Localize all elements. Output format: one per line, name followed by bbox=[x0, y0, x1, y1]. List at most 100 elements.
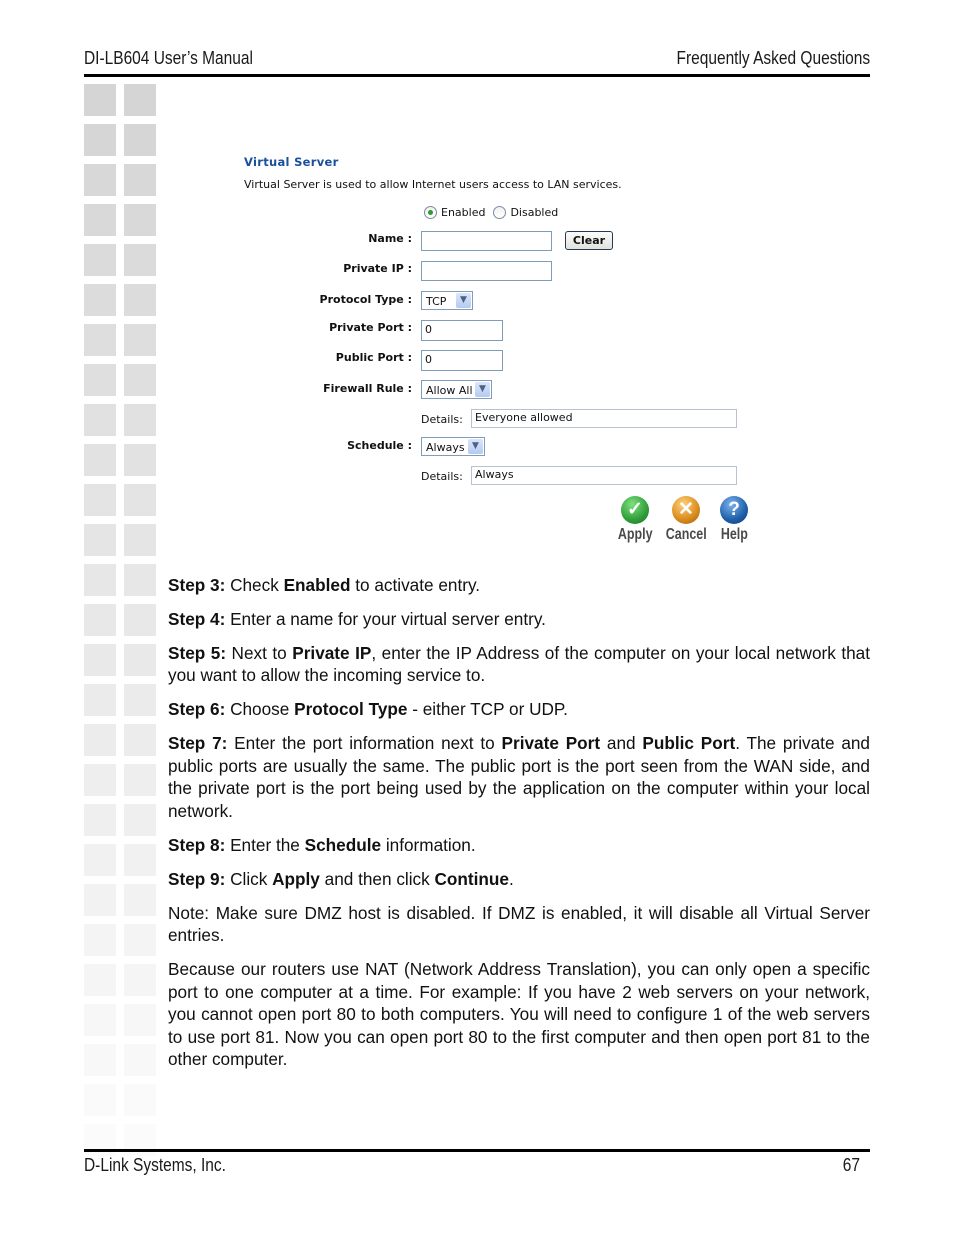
clear-button[interactable]: Clear bbox=[565, 231, 613, 250]
sidebar-square bbox=[124, 124, 156, 156]
firewall-rule-value: Allow All bbox=[426, 384, 473, 397]
sidebar-square bbox=[84, 764, 116, 796]
schedule-details-input[interactable]: Always bbox=[471, 466, 737, 485]
step-item: Step 8: Enter the Schedule information. bbox=[168, 834, 870, 857]
sidebar-square bbox=[84, 1004, 116, 1036]
sidebar-square bbox=[124, 884, 156, 916]
emphasis-text: Public Port bbox=[642, 733, 736, 754]
sidebar-square bbox=[124, 244, 156, 276]
step-text: and bbox=[600, 733, 643, 754]
nat-paragraph: Because our routers use NAT (Network Add… bbox=[168, 959, 870, 1070]
status-radio-group: Enabled Disabled bbox=[424, 206, 558, 219]
step-text: and then click bbox=[319, 868, 435, 889]
panel-description: Virtual Server is used to allow Internet… bbox=[244, 178, 622, 191]
sidebar-square bbox=[84, 924, 116, 956]
step-text: Enter a name for your virtual server ent… bbox=[225, 608, 546, 629]
schedule-select[interactable]: Always ▼ bbox=[421, 437, 485, 456]
sidebar-square bbox=[84, 684, 116, 716]
name-label: Name : bbox=[368, 232, 412, 245]
firewall-rule-label: Firewall Rule : bbox=[323, 382, 412, 395]
sidebar-square bbox=[84, 164, 116, 196]
question-icon: ? bbox=[720, 496, 748, 524]
firewall-rule-select[interactable]: Allow All ▼ bbox=[421, 380, 492, 399]
cancel-button[interactable]: ✕ Cancel bbox=[660, 496, 712, 544]
sidebar-square bbox=[124, 284, 156, 316]
firewall-details-input[interactable]: Everyone allowed bbox=[471, 409, 737, 428]
chevron-down-icon: ▼ bbox=[468, 439, 483, 454]
schedule-value: Always bbox=[426, 441, 465, 454]
help-label: Help bbox=[720, 526, 748, 543]
page-number: 67 bbox=[842, 1155, 860, 1175]
page-header: DI-LB604 User’s Manual Frequently Asked … bbox=[84, 48, 870, 72]
sidebar-square bbox=[124, 524, 156, 556]
step-text: Enter the port information next to bbox=[227, 733, 502, 754]
sidebar-square bbox=[84, 524, 116, 556]
help-button[interactable]: ? Help bbox=[714, 496, 754, 544]
sidebar-square bbox=[84, 444, 116, 476]
schedule-label: Schedule : bbox=[347, 439, 412, 452]
header-rule bbox=[84, 74, 870, 77]
emphasis-text: Protocol Type bbox=[294, 699, 408, 720]
dmz-note: Note: Make sure DMZ host is disabled. If… bbox=[168, 902, 870, 946]
step-item: Step 9: Click Apply and then click Conti… bbox=[168, 868, 870, 891]
footer-rule bbox=[84, 1149, 870, 1152]
enabled-radio[interactable] bbox=[424, 206, 437, 219]
sidebar-square bbox=[124, 924, 156, 956]
emphasis-text: Apply bbox=[272, 868, 320, 889]
sidebar-square bbox=[124, 324, 156, 356]
sidebar-square bbox=[124, 364, 156, 396]
chevron-down-icon: ▼ bbox=[456, 293, 471, 308]
step-label: Step 6: bbox=[168, 699, 226, 720]
step-text: . bbox=[508, 868, 514, 889]
sidebar-square bbox=[84, 644, 116, 676]
sidebar-square bbox=[124, 564, 156, 596]
firewall-details-label: Details: bbox=[421, 413, 463, 426]
sidebar-square bbox=[124, 84, 156, 116]
sidebar-square bbox=[124, 484, 156, 516]
sidebar-square bbox=[124, 1044, 156, 1076]
virtual-server-panel: Virtual Server Virtual Server is used to… bbox=[240, 150, 760, 550]
sidebar-square bbox=[84, 1044, 116, 1076]
step-text: Choose bbox=[225, 699, 295, 720]
apply-label: Apply bbox=[617, 526, 653, 543]
sidebar-square bbox=[124, 1084, 156, 1116]
sidebar-square bbox=[124, 724, 156, 756]
public-port-input[interactable]: 0 bbox=[421, 350, 503, 371]
sidebar-square bbox=[84, 724, 116, 756]
step-label: Step 7: bbox=[168, 733, 228, 754]
sidebar-square bbox=[84, 964, 116, 996]
step-label: Step 3: bbox=[168, 575, 226, 595]
emphasis-text: Enabled bbox=[283, 575, 351, 595]
enabled-label: Enabled bbox=[441, 206, 486, 219]
sidebar-square bbox=[84, 284, 116, 316]
sidebar-square bbox=[124, 404, 156, 436]
sidebar-square bbox=[124, 1004, 156, 1036]
private-port-input[interactable]: 0 bbox=[421, 320, 503, 341]
page-footer: D-Link Systems, Inc. 67 bbox=[84, 1155, 870, 1179]
sidebar-square bbox=[124, 164, 156, 196]
sidebar-square bbox=[84, 84, 116, 116]
sidebar-square bbox=[84, 324, 116, 356]
panel-title: Virtual Server bbox=[244, 155, 339, 169]
emphasis-text: Private Port bbox=[501, 733, 601, 754]
sidebar-square bbox=[124, 964, 156, 996]
sidebar-square bbox=[124, 684, 156, 716]
step-text: Click bbox=[225, 868, 273, 889]
sidebar-square bbox=[124, 444, 156, 476]
sidebar-square bbox=[84, 484, 116, 516]
step-text: information. bbox=[381, 834, 476, 855]
apply-button[interactable]: ✓ Apply bbox=[612, 496, 658, 544]
step-item: Step 4: Enter a name for your virtual se… bbox=[168, 608, 870, 631]
sidebar-square bbox=[84, 204, 116, 236]
emphasis-text: Private IP bbox=[292, 642, 372, 663]
sidebar-square bbox=[124, 844, 156, 876]
step-item: Step 6: Choose Protocol Type - either TC… bbox=[168, 698, 870, 721]
step-item: Step 3: Check Enabled to activate entry. bbox=[168, 574, 870, 597]
sidebar-square bbox=[84, 564, 116, 596]
sidebar-square bbox=[84, 884, 116, 916]
manual-title: DI-LB604 User’s Manual bbox=[84, 48, 253, 68]
name-input[interactable] bbox=[421, 231, 552, 251]
private-ip-input[interactable] bbox=[421, 261, 552, 281]
disabled-radio[interactable] bbox=[493, 206, 507, 219]
protocol-type-select[interactable]: TCP ▼ bbox=[421, 291, 473, 310]
